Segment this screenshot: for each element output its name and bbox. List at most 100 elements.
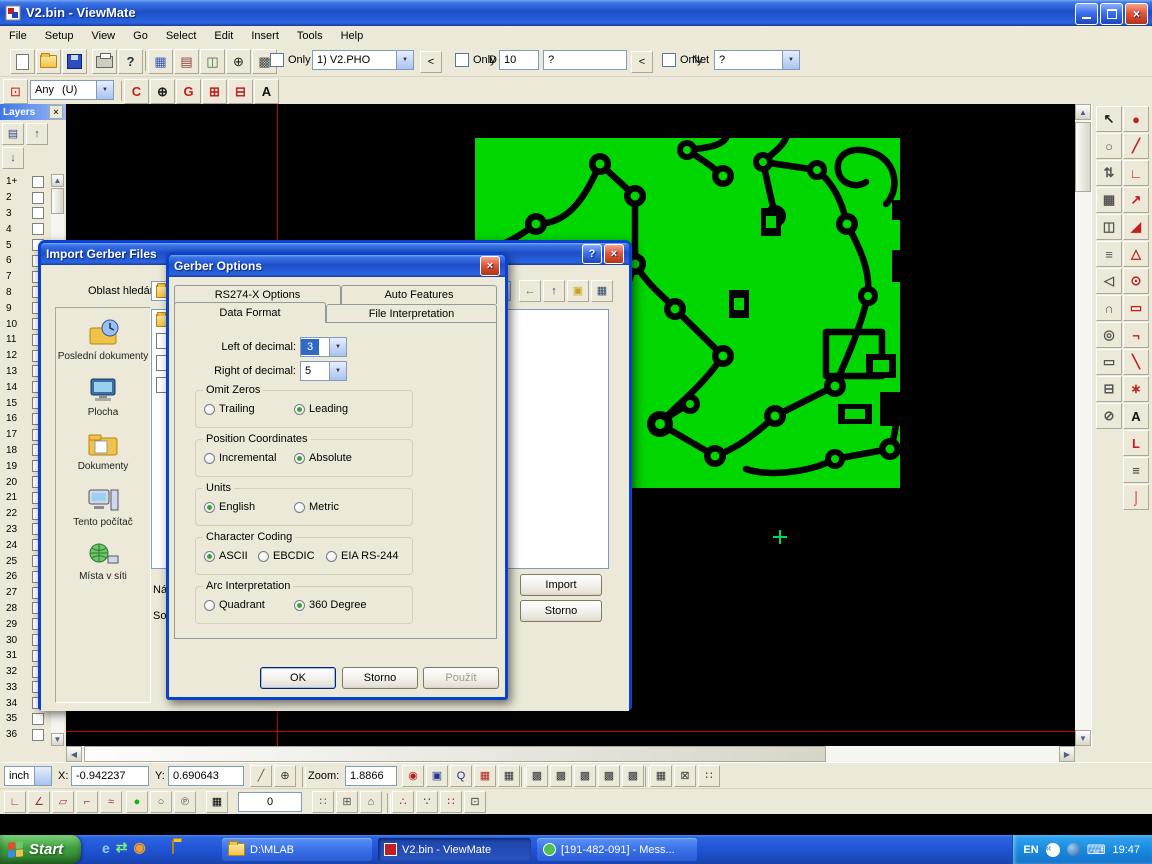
- film-2-icon[interactable]: ▩: [550, 765, 572, 787]
- chevron-down-icon[interactable]: ▼: [329, 362, 346, 380]
- save-file-icon[interactable]: [62, 49, 87, 74]
- radio-icon[interactable]: [294, 502, 305, 513]
- grid-table-icon[interactable]: ▦: [206, 791, 228, 813]
- open-file-icon[interactable]: [36, 49, 61, 74]
- select-type-combo[interactable]: Any (U) ▼: [30, 80, 114, 100]
- zoom-value-field[interactable]: 1.8866: [345, 766, 397, 786]
- zoom-object-icon[interactable]: Q: [450, 765, 472, 787]
- radio-icon[interactable]: [204, 551, 215, 562]
- fill-tool-icon[interactable]: ◢: [1123, 214, 1149, 240]
- scroll-down-icon[interactable]: ▼: [1075, 730, 1091, 746]
- route-tool-icon[interactable]: ↗: [1123, 187, 1149, 213]
- apply-button[interactable]: Použít: [423, 667, 499, 689]
- ok-button[interactable]: OK: [260, 667, 336, 689]
- ruler-icon[interactable]: ∟: [4, 791, 26, 813]
- cut-icon[interactable]: ⊘: [1096, 403, 1122, 429]
- context-help-icon[interactable]: ?: [118, 49, 143, 74]
- arc-icon[interactable]: ∩: [1096, 295, 1122, 321]
- layer-color-swatch[interactable]: [32, 176, 44, 188]
- parallelogram-icon[interactable]: ▱: [52, 791, 74, 813]
- radio-ascii[interactable]: ASCII: [204, 550, 248, 562]
- menu-item[interactable]: Help: [332, 27, 373, 45]
- grid-value-field[interactable]: 0: [238, 792, 302, 812]
- zoom-point-icon[interactable]: ◉: [402, 765, 424, 787]
- task-button-mlab[interactable]: D:\MLAB: [222, 838, 372, 861]
- hook-tool-icon[interactable]: ⌡: [1123, 484, 1149, 510]
- radio-english[interactable]: English: [204, 501, 255, 513]
- view-menu-icon[interactable]: ▦: [591, 280, 613, 302]
- cancel-button[interactable]: Storno: [520, 600, 602, 622]
- pattern-4-icon[interactable]: ⊡: [464, 791, 486, 813]
- radio-icon[interactable]: [204, 600, 215, 611]
- scroll-left-icon[interactable]: ◀: [66, 746, 82, 762]
- snap-grid-icon[interactable]: ∷: [312, 791, 334, 813]
- layer-color-swatch[interactable]: [32, 223, 44, 235]
- tab-auto-features[interactable]: Auto Features: [341, 285, 497, 304]
- star-tool-icon[interactable]: ∗: [1123, 376, 1149, 402]
- close-icon[interactable]: ×: [480, 256, 500, 276]
- pad-tool-icon[interactable]: ○: [1096, 133, 1122, 159]
- radio-360-degree[interactable]: 360 Degree: [294, 599, 367, 611]
- layer-row[interactable]: 35: [1, 711, 49, 727]
- stoplight-icon[interactable]: ●: [126, 791, 148, 813]
- angle-icon[interactable]: ∠: [28, 791, 50, 813]
- layer-up-icon[interactable]: ↑: [26, 123, 48, 145]
- layer-row[interactable]: 36: [1, 727, 49, 743]
- layer-color-swatch[interactable]: [32, 207, 44, 219]
- grid-tool-icon[interactable]: ▦: [1096, 187, 1122, 213]
- radio-incremental[interactable]: Incremental: [204, 452, 276, 464]
- radio-quadrant[interactable]: Quadrant: [204, 599, 265, 611]
- cursor-icon[interactable]: ↖: [1096, 106, 1122, 132]
- snap-drop-icon[interactable]: ⊞: [336, 791, 358, 813]
- layer-pair-icon[interactable]: ◫: [200, 49, 225, 74]
- layer-row[interactable]: 3: [1, 206, 49, 222]
- dots-icon[interactable]: ∷: [698, 765, 720, 787]
- pattern-3-icon[interactable]: ∷: [440, 791, 462, 813]
- tab-file-interpretation[interactable]: File Interpretation: [326, 304, 497, 322]
- menu-item[interactable]: View: [82, 27, 124, 45]
- corner-tool-icon[interactable]: ¬: [1123, 322, 1149, 348]
- trace-frame-icon[interactable]: ⊟: [228, 79, 253, 104]
- import-button[interactable]: Import: [520, 574, 602, 596]
- ie-icon[interactable]: e: [102, 840, 110, 856]
- sync-icon[interactable]: ⇄: [116, 839, 128, 856]
- marquee-icon[interactable]: ⊡: [3, 79, 28, 104]
- radio-icon[interactable]: [294, 453, 305, 464]
- angle-tool-icon[interactable]: ∟: [1123, 160, 1149, 186]
- rectangle-icon[interactable]: ▭: [1096, 349, 1122, 375]
- radio-leading[interactable]: Leading: [294, 403, 348, 415]
- menu-item[interactable]: Setup: [36, 27, 83, 45]
- scrollbar-thumb[interactable]: [84, 746, 826, 762]
- scrollbar-thumb[interactable]: [1075, 122, 1091, 192]
- layer-row[interactable]: 4: [1, 221, 49, 237]
- bulb-p-icon[interactable]: ℗: [174, 791, 196, 813]
- start-button[interactable]: Start: [0, 835, 81, 864]
- chevron-down-icon[interactable]: ▼: [396, 51, 413, 69]
- task-button-viewmate[interactable]: V2.bin - ViewMate: [378, 838, 531, 861]
- up-level-icon[interactable]: ↑: [543, 280, 565, 302]
- menu-item[interactable]: Select: [157, 27, 206, 45]
- flip-icon[interactable]: ◁: [1096, 268, 1122, 294]
- pattern-2-icon[interactable]: ∵: [416, 791, 438, 813]
- corner-icon[interactable]: ⌐: [76, 791, 98, 813]
- print-icon[interactable]: [92, 49, 117, 74]
- back-icon[interactable]: ←: [519, 280, 541, 302]
- target-icon[interactable]: ◎: [1096, 322, 1122, 348]
- bulb-off-icon[interactable]: ○: [150, 791, 172, 813]
- cancel-button[interactable]: Storno: [342, 667, 418, 689]
- close-icon[interactable]: ×: [49, 105, 63, 119]
- help-icon[interactable]: ?: [582, 244, 602, 264]
- merge-icon[interactable]: ⊟: [1096, 376, 1122, 402]
- tray-status-icon[interactable]: [1067, 843, 1080, 856]
- slash-tool-icon[interactable]: ╲: [1123, 349, 1149, 375]
- pad-frame-icon[interactable]: ⊞: [202, 79, 227, 104]
- menu-item[interactable]: Edit: [205, 27, 242, 45]
- radio-metric[interactable]: Metric: [294, 501, 339, 513]
- menu-item[interactable]: Tools: [288, 27, 332, 45]
- new-folder-icon[interactable]: ▣: [567, 280, 589, 302]
- text-tool-icon[interactable]: A: [1123, 403, 1149, 429]
- layer-color-swatch[interactable]: [32, 713, 44, 725]
- circle-tool-icon[interactable]: ⊙: [1123, 268, 1149, 294]
- language-indicator[interactable]: EN: [1023, 844, 1038, 856]
- lines-icon[interactable]: ≡: [1096, 241, 1122, 267]
